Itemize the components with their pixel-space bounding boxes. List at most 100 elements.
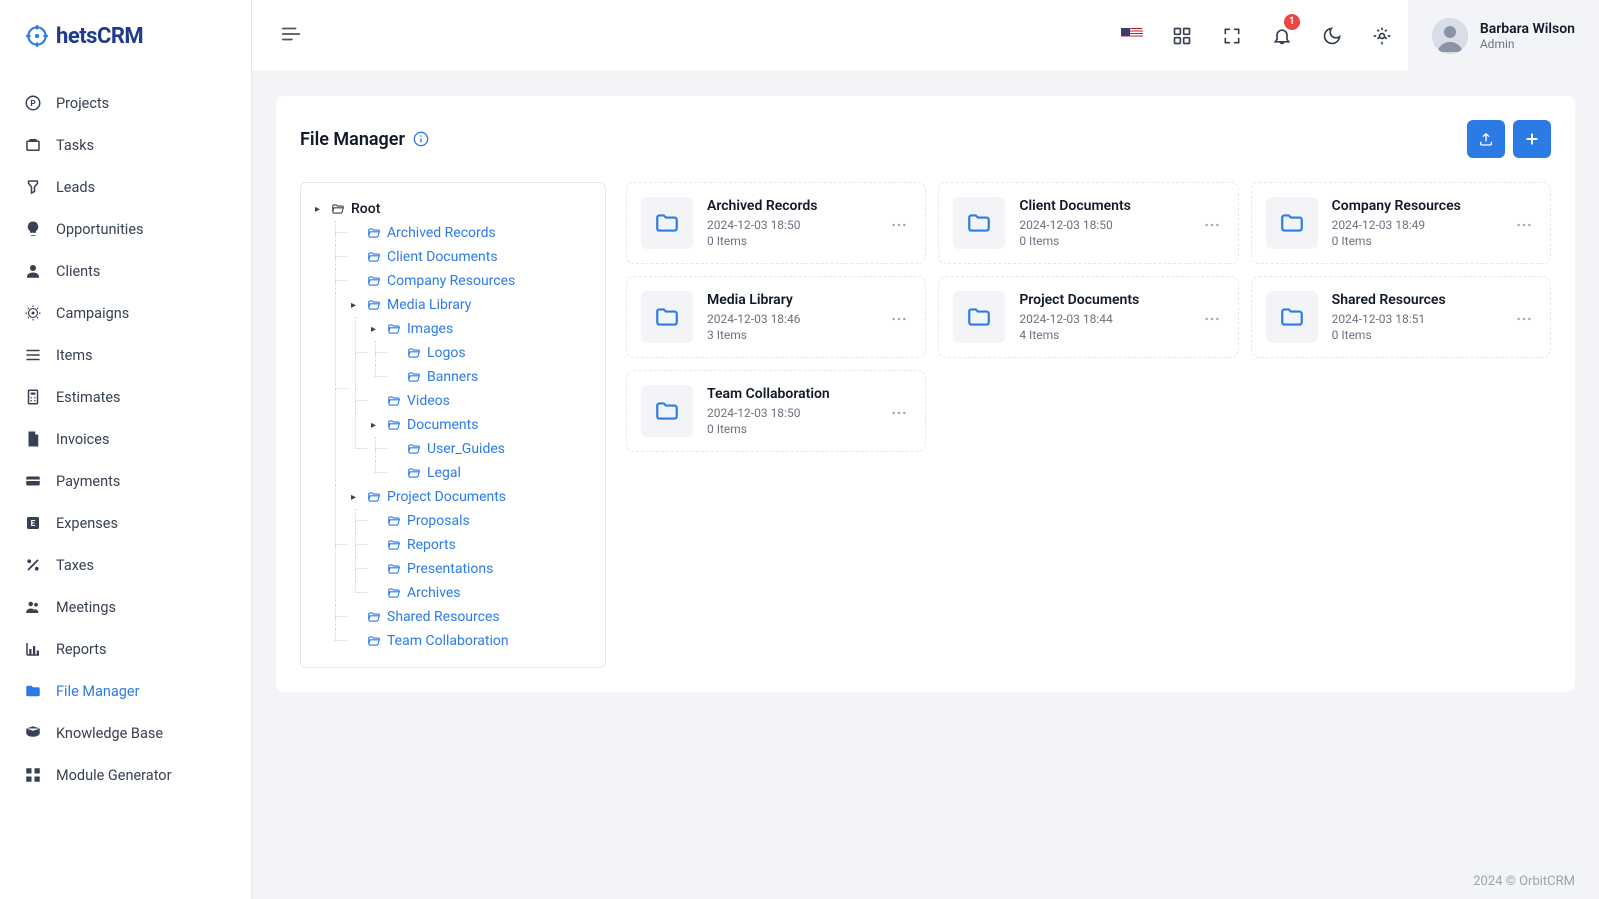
tasks-icon	[24, 136, 42, 154]
logo[interactable]: hetsCRM	[0, 0, 251, 72]
sidebar-item-label: Clients	[56, 263, 100, 280]
folder-thumb	[953, 197, 1005, 249]
sidebar-item-file-manager[interactable]: File Manager	[0, 670, 251, 712]
folder-date: 2024-12-03 18:50	[707, 218, 873, 232]
estimates-icon	[24, 388, 42, 406]
sidebar-item-payments[interactable]: Payments	[0, 460, 251, 502]
dots-icon	[891, 411, 907, 415]
tree-node-label: Reports	[407, 537, 456, 553]
folder-item-count: 0 Items	[1332, 234, 1498, 248]
folder-card[interactable]: Shared Resources2024-12-03 18:510 Items	[1251, 276, 1551, 358]
menu-icon	[280, 23, 302, 45]
footer-text: 2024 © OrbitCRM	[252, 864, 1599, 899]
notification-badge: 1	[1284, 14, 1300, 30]
tree-node[interactable]: Shared Resources	[335, 605, 591, 629]
sidebar-item-projects[interactable]: Projects	[0, 82, 251, 124]
logo-text: hetsCRM	[56, 24, 143, 49]
tree-node[interactable]: Team Collaboration	[335, 629, 591, 653]
tree-node-label: Root	[351, 201, 380, 217]
folder-name: Project Documents	[1019, 292, 1185, 308]
sidebar-item-label: Estimates	[56, 389, 121, 406]
folder-more-button[interactable]	[1512, 211, 1536, 235]
tree-node[interactable]: Client Documents	[335, 245, 591, 269]
menu-toggle-button[interactable]	[272, 15, 310, 57]
tree-root[interactable]: ▸Root	[315, 197, 591, 221]
sidebar-item-knowledge[interactable]: Knowledge Base	[0, 712, 251, 754]
gear-icon	[1372, 26, 1392, 46]
tree-node[interactable]: Videos	[355, 389, 591, 413]
tree-node[interactable]: Legal	[375, 461, 591, 485]
sidebar-item-opportunities[interactable]: Opportunities	[0, 208, 251, 250]
folder-open-icon	[367, 610, 381, 624]
tree-node[interactable]: Archived Records	[335, 221, 591, 245]
tree-node-label: Project Documents	[387, 489, 506, 505]
folder-more-button[interactable]	[1200, 305, 1224, 329]
folder-open-icon	[331, 202, 345, 216]
folder-name: Archived Records	[707, 198, 873, 214]
folder-more-button[interactable]	[887, 211, 911, 235]
sidebar-item-estimates[interactable]: Estimates	[0, 376, 251, 418]
sidebar-item-campaigns[interactable]: Campaigns	[0, 292, 251, 334]
items-icon	[24, 346, 42, 364]
folder-card[interactable]: Team Collaboration2024-12-03 18:500 Item…	[626, 370, 926, 452]
tree-node[interactable]: Banners	[375, 365, 591, 389]
tree-node[interactable]: User_Guides	[375, 437, 591, 461]
tree-node[interactable]: ▸Images	[355, 317, 591, 341]
sidebar-item-items[interactable]: Items	[0, 334, 251, 376]
folder-date: 2024-12-03 18:46	[707, 312, 873, 326]
tree-node[interactable]: Company Resources	[335, 269, 591, 293]
upload-button[interactable]	[1467, 120, 1505, 158]
sidebar-item-label: Payments	[56, 473, 120, 490]
sidebar-item-clients[interactable]: Clients	[0, 250, 251, 292]
folder-card[interactable]: Archived Records2024-12-03 18:500 Items	[626, 182, 926, 264]
user-menu[interactable]: Barbara Wilson Admin	[1408, 0, 1599, 72]
sidebar-item-label: Leads	[56, 179, 95, 196]
folder-card[interactable]: Project Documents2024-12-03 18:444 Items	[938, 276, 1238, 358]
tree-node[interactable]: Archives	[355, 581, 591, 605]
settings-button[interactable]	[1358, 12, 1406, 60]
sidebar-item-taxes[interactable]: Taxes	[0, 544, 251, 586]
tree-node[interactable]: ▸Project Documents	[335, 485, 591, 509]
new-folder-button[interactable]	[1513, 120, 1551, 158]
folder-card[interactable]: Media Library2024-12-03 18:463 Items	[626, 276, 926, 358]
notifications-button[interactable]: 1	[1258, 12, 1306, 60]
moon-icon	[1322, 26, 1342, 46]
sidebar-item-leads[interactable]: Leads	[0, 166, 251, 208]
tree-node[interactable]: Logos	[375, 341, 591, 365]
folder-more-button[interactable]	[1200, 211, 1224, 235]
tree-node[interactable]: Reports	[355, 533, 591, 557]
folder-more-button[interactable]	[887, 305, 911, 329]
info-icon[interactable]	[413, 131, 429, 147]
module-icon	[24, 766, 42, 784]
tree-node-label: Media Library	[387, 297, 471, 313]
reports-icon	[24, 640, 42, 658]
tree-node-label: Documents	[407, 417, 478, 433]
clients-icon	[24, 262, 42, 280]
folder-more-button[interactable]	[1512, 305, 1536, 329]
tree-node-label: Legal	[427, 465, 461, 481]
sidebar-item-expenses[interactable]: Expenses	[0, 502, 251, 544]
fullscreen-button[interactable]	[1208, 12, 1256, 60]
sidebar-item-reports[interactable]: Reports	[0, 628, 251, 670]
folder-open-icon	[407, 346, 421, 360]
content-card: File Manager ▸RootArchived Rec	[276, 96, 1575, 692]
tree-node-label: Client Documents	[387, 249, 498, 265]
tree-node[interactable]: Presentations	[355, 557, 591, 581]
tree-node[interactable]: Proposals	[355, 509, 591, 533]
payments-icon	[24, 472, 42, 490]
tree-node[interactable]: ▸Media Library	[335, 293, 591, 317]
folder-more-button[interactable]	[887, 399, 911, 423]
language-button[interactable]	[1108, 12, 1156, 60]
folder-name: Client Documents	[1019, 198, 1185, 214]
folder-card[interactable]: Company Resources2024-12-03 18:490 Items	[1251, 182, 1551, 264]
tree-node[interactable]: ▸Documents	[355, 413, 591, 437]
sidebar-item-meetings[interactable]: Meetings	[0, 586, 251, 628]
sidebar-item-module[interactable]: Module Generator	[0, 754, 251, 796]
folder-card[interactable]: Client Documents2024-12-03 18:500 Items	[938, 182, 1238, 264]
apps-button[interactable]	[1158, 12, 1206, 60]
dots-icon	[1204, 317, 1220, 321]
theme-button[interactable]	[1308, 12, 1356, 60]
folder-thumb	[641, 197, 693, 249]
sidebar-item-tasks[interactable]: Tasks	[0, 124, 251, 166]
sidebar-item-invoices[interactable]: Invoices	[0, 418, 251, 460]
